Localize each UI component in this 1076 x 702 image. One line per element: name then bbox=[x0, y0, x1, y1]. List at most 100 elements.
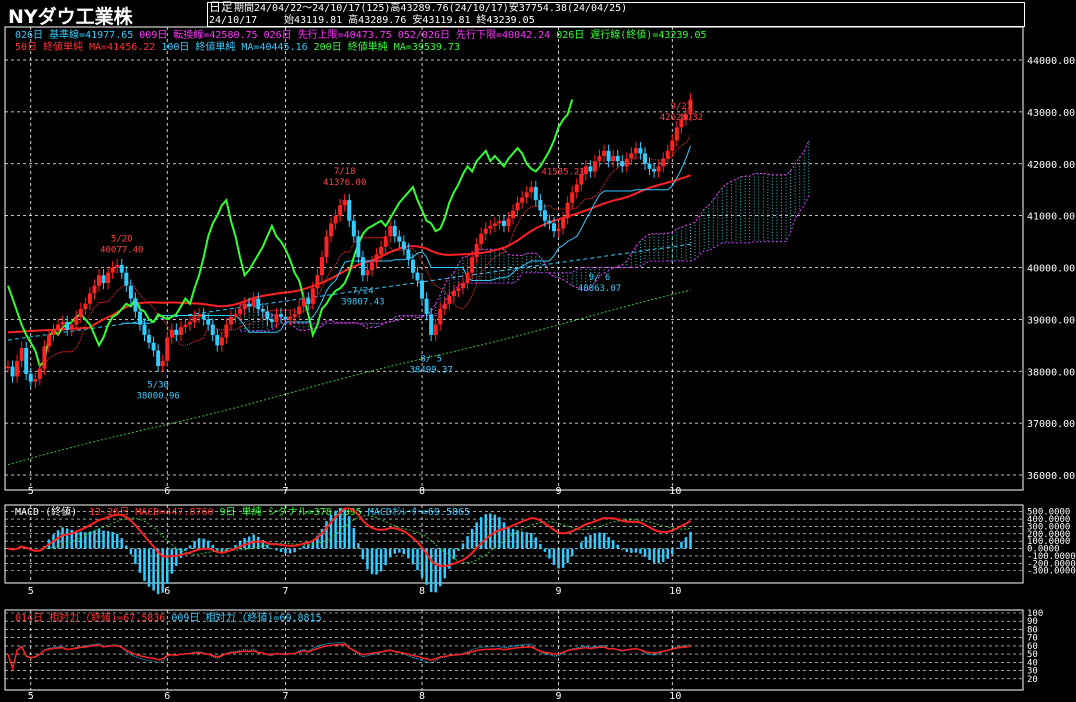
x-tick-label: 9 bbox=[556, 586, 562, 597]
candle-body bbox=[283, 316, 288, 320]
candle-body bbox=[656, 166, 661, 172]
candle-body bbox=[501, 220, 506, 226]
candle-body bbox=[233, 314, 238, 317]
x-tick-label: 7 bbox=[283, 691, 289, 702]
candle-body bbox=[556, 228, 561, 232]
macd-tick-label: -300.0000 bbox=[1027, 567, 1076, 577]
panel-frame bbox=[4, 609, 1024, 691]
annotation-date: 8/ 5 bbox=[420, 354, 442, 364]
candle-body bbox=[652, 168, 657, 172]
candle-body bbox=[615, 155, 620, 162]
candle-body bbox=[197, 314, 202, 317]
annotation-value: 38000.96 bbox=[136, 391, 179, 401]
candle-body bbox=[183, 324, 188, 328]
candle-body bbox=[274, 314, 279, 322]
candle-body bbox=[397, 236, 402, 242]
candle-body bbox=[265, 311, 270, 320]
candle-body bbox=[647, 163, 652, 169]
x-tick-label: 8 bbox=[419, 586, 425, 597]
candle-body bbox=[451, 290, 456, 297]
y-tick-label: 43000.00 bbox=[1027, 108, 1075, 119]
candle-body bbox=[269, 319, 274, 322]
candle-body bbox=[87, 293, 92, 304]
candle-body bbox=[542, 210, 547, 221]
candle-body bbox=[238, 309, 243, 315]
candle-body bbox=[251, 298, 256, 307]
candle-body bbox=[333, 215, 338, 224]
candle-body bbox=[456, 288, 461, 291]
candle-body bbox=[488, 226, 493, 229]
candle-body bbox=[474, 244, 479, 258]
candle-body bbox=[674, 127, 679, 141]
candle-body bbox=[570, 192, 575, 203]
candle-body bbox=[420, 280, 425, 299]
candle-body bbox=[401, 241, 406, 250]
candle-body bbox=[479, 233, 484, 245]
candle-body bbox=[42, 346, 47, 369]
candle-body bbox=[256, 298, 261, 309]
candle-body bbox=[356, 236, 361, 258]
candle-body bbox=[524, 192, 529, 198]
candle-body bbox=[60, 321, 65, 325]
x-tick-label: 6 bbox=[164, 586, 170, 597]
candle-body bbox=[24, 347, 29, 374]
candle-body bbox=[342, 200, 347, 206]
candle-body bbox=[643, 153, 647, 164]
rsi-14-line bbox=[7, 643, 691, 672]
candle-body bbox=[137, 311, 142, 325]
annotation-date: 7/18 bbox=[334, 167, 356, 177]
candle-body bbox=[547, 220, 552, 224]
chart-svg: 36000.00 37000.00 38000.00 39000.00 40000.00… bbox=[4, 26, 1076, 702]
candle-body bbox=[606, 150, 611, 162]
candle-body bbox=[629, 153, 634, 159]
x-tick-label: 9 bbox=[556, 486, 562, 497]
x-tick-label: 6 bbox=[164, 691, 170, 702]
candle-body bbox=[665, 150, 670, 159]
candle-body bbox=[597, 155, 602, 162]
candle-body bbox=[379, 246, 384, 255]
candle-body bbox=[602, 150, 607, 156]
candle-body bbox=[15, 360, 20, 377]
y-tick-label: 41000.00 bbox=[1027, 212, 1075, 223]
candle-body bbox=[319, 257, 324, 276]
candle-body bbox=[670, 140, 675, 151]
x-tick-label: 7 bbox=[283, 486, 289, 497]
y-tick-label: 37000.00 bbox=[1027, 419, 1075, 430]
x-tick-label: 7 bbox=[283, 586, 289, 597]
annotation-date: 5/20 bbox=[111, 235, 133, 245]
candle-body bbox=[201, 314, 206, 320]
candle-body bbox=[515, 202, 520, 211]
y-tick-label: 38000.00 bbox=[1027, 367, 1075, 378]
candle-body bbox=[370, 262, 374, 271]
candle-body bbox=[461, 283, 465, 289]
candle-body bbox=[101, 275, 106, 284]
annotation-date: 5/30 bbox=[147, 380, 169, 390]
candle-body bbox=[310, 288, 315, 304]
y-tick-label: 40000.00 bbox=[1027, 264, 1075, 275]
candle-body bbox=[483, 228, 488, 234]
candle-body bbox=[192, 316, 197, 322]
y-tick-label: 39000.00 bbox=[1027, 315, 1075, 326]
candle-body bbox=[388, 226, 393, 237]
annotation-value: 38499.37 bbox=[409, 365, 452, 375]
candle-body bbox=[110, 267, 115, 273]
annotation-value: 41376.00 bbox=[323, 178, 366, 188]
y-tick-label: 36000.00 bbox=[1027, 471, 1075, 482]
candle-body bbox=[533, 187, 538, 201]
candle-body bbox=[465, 272, 470, 284]
annotation-value: 42628.32 bbox=[660, 113, 703, 123]
candle-body bbox=[292, 314, 297, 317]
panel-frame bbox=[4, 26, 1024, 491]
candle-body bbox=[329, 223, 334, 237]
candle-body bbox=[529, 187, 534, 193]
candle-body bbox=[424, 298, 429, 315]
y-tick-label: 42000.00 bbox=[1027, 160, 1075, 171]
candle-body bbox=[574, 184, 579, 193]
x-tick-label: 5 bbox=[28, 586, 34, 597]
y-tick-label: 44000.00 bbox=[1027, 56, 1075, 67]
candle-body bbox=[156, 350, 161, 367]
candle-body bbox=[438, 309, 443, 325]
candle-body bbox=[74, 316, 79, 325]
candle-body bbox=[119, 264, 124, 273]
candle-body bbox=[592, 161, 597, 172]
